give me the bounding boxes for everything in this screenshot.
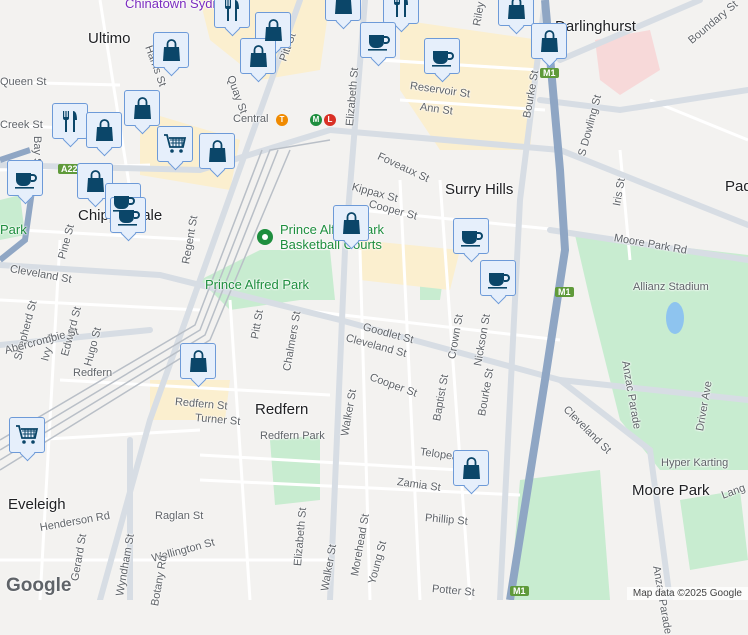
coffee-cup-icon bbox=[118, 210, 140, 226]
road-shield: M1 bbox=[540, 68, 559, 78]
map-label: Allianz Stadium bbox=[633, 281, 709, 293]
map-label: Central bbox=[233, 113, 269, 125]
coffee-cup-icon bbox=[461, 231, 483, 247]
shopping-bag-icon bbox=[508, 0, 525, 19]
shopping-bag-icon bbox=[96, 119, 113, 141]
shopping-bag-icon bbox=[335, 0, 352, 14]
map-label: Park bbox=[0, 222, 27, 237]
bag-marker[interactable] bbox=[86, 112, 122, 148]
bag-marker[interactable] bbox=[325, 0, 361, 21]
cart-marker[interactable] bbox=[9, 417, 45, 453]
shopping-cart-icon bbox=[16, 425, 39, 444]
shopping-bag-icon bbox=[250, 45, 267, 67]
restaurant-marker[interactable] bbox=[52, 103, 88, 139]
map-canvas[interactable] bbox=[0, 0, 748, 600]
map-label: Prince Alfred Park bbox=[205, 277, 310, 292]
map-label: Redfern bbox=[73, 367, 113, 379]
coffee-cup-icon bbox=[432, 51, 454, 67]
coffee-marker[interactable] bbox=[7, 160, 43, 196]
coffee-marker[interactable] bbox=[453, 218, 489, 254]
map-attribution[interactable]: Map data ©2025 Google bbox=[626, 587, 748, 600]
shopping-cart-icon bbox=[164, 134, 187, 153]
coffee-marker[interactable] bbox=[360, 22, 396, 58]
bag-marker[interactable] bbox=[153, 32, 189, 68]
bag-marker[interactable] bbox=[453, 450, 489, 486]
transit-badge[interactable]: M bbox=[310, 114, 322, 126]
map-label: Darlinghurst bbox=[555, 18, 636, 35]
restaurant-marker[interactable] bbox=[383, 0, 419, 24]
map-label: Surry Hills bbox=[445, 181, 514, 198]
map-label: Creek St bbox=[0, 119, 43, 131]
bag-marker[interactable] bbox=[498, 0, 534, 26]
map-label: Moore Park bbox=[632, 482, 710, 499]
shopping-bag-icon bbox=[163, 39, 180, 61]
shopping-bag-icon bbox=[209, 140, 226, 162]
map-label: Raglan St bbox=[155, 510, 204, 522]
road-shield: M1 bbox=[510, 586, 529, 596]
shopping-bag-icon bbox=[265, 19, 282, 41]
map-label: Pad bbox=[725, 178, 748, 195]
shopping-bag-icon bbox=[463, 457, 480, 479]
map-label: Redfern bbox=[255, 401, 309, 418]
shopping-bag-icon bbox=[343, 212, 360, 234]
coffee-cup-icon bbox=[368, 35, 390, 51]
bag-marker[interactable] bbox=[255, 12, 291, 48]
map-label: Eveleigh bbox=[8, 496, 66, 513]
bag-marker[interactable] bbox=[199, 133, 235, 169]
cart-marker[interactable] bbox=[157, 126, 193, 162]
shopping-bag-icon bbox=[541, 30, 558, 52]
bag-marker[interactable] bbox=[124, 90, 160, 126]
coffee-cup-icon bbox=[488, 273, 510, 289]
bag-marker[interactable] bbox=[531, 23, 567, 59]
shopping-bag-icon bbox=[134, 97, 151, 119]
coffee-marker[interactable] bbox=[424, 38, 460, 74]
coffee-cup-icon bbox=[15, 173, 37, 189]
bag-marker[interactable] bbox=[180, 343, 216, 379]
map-label: Ultimo bbox=[88, 30, 131, 47]
road-shield: M1 bbox=[555, 287, 574, 297]
bag-marker[interactable] bbox=[333, 205, 369, 241]
map-label: Queen St bbox=[0, 76, 47, 88]
map-label: Hyper Karting bbox=[661, 457, 729, 469]
google-logo: Google bbox=[6, 575, 72, 596]
fork-knife-icon bbox=[225, 0, 239, 21]
transit-badge[interactable]: T bbox=[276, 114, 288, 126]
shopping-bag-icon bbox=[190, 350, 207, 372]
bag-marker[interactable] bbox=[240, 38, 276, 74]
map-label: Redfern Park bbox=[260, 430, 325, 442]
restaurant-marker[interactable] bbox=[214, 0, 250, 28]
coffee-marker[interactable] bbox=[480, 260, 516, 296]
pond bbox=[666, 302, 684, 334]
fork-knife-icon bbox=[63, 111, 77, 132]
fork-knife-icon bbox=[394, 0, 408, 17]
transit-badge[interactable]: L bbox=[324, 114, 336, 126]
bag-marker[interactable] bbox=[77, 163, 113, 199]
shopping-bag-icon bbox=[87, 170, 104, 192]
coffee-marker[interactable] bbox=[110, 197, 146, 233]
